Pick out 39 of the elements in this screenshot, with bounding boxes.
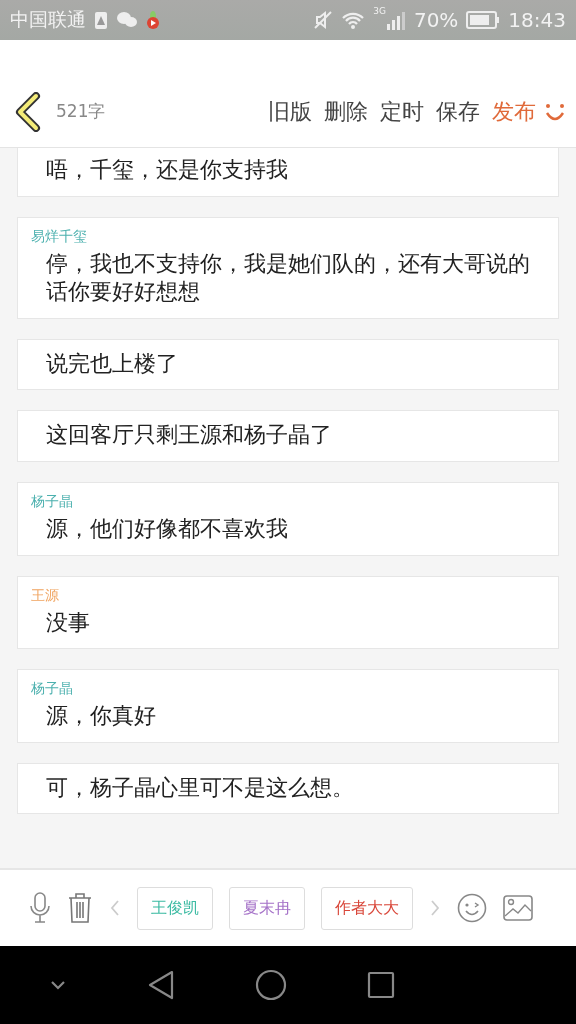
toolbar-action[interactable]: 删除 — [318, 96, 374, 127]
character-tag[interactable]: 夏末冉 — [229, 886, 305, 930]
message-text: 说完也上楼了 — [46, 349, 179, 378]
character-tag[interactable]: 作者大大 — [321, 886, 413, 930]
speaker-name: 王源 — [31, 586, 60, 605]
speaker-name: 杨子晶 — [31, 492, 74, 511]
message-text: 源，他们好像都不喜欢我 — [46, 514, 289, 543]
back-icon[interactable] — [146, 970, 175, 1000]
trash-icon[interactable] — [67, 892, 93, 924]
toolbar-action[interactable]: 旧版 — [262, 96, 318, 127]
signal-icon — [385, 10, 406, 30]
word-count: 521字 — [56, 100, 106, 123]
mute-icon — [313, 10, 334, 30]
message-text: 这回客厅只剩王源和杨子晶了 — [46, 421, 333, 450]
speaker-name: 易烊千玺 — [31, 227, 88, 246]
home-icon[interactable] — [254, 969, 287, 1001]
message-text: 停，我也不支持你，我是她们队的，还有大哥说的话你要好好想想 — [46, 249, 531, 307]
back-button[interactable] — [14, 91, 42, 132]
toolbar-action[interactable]: 定时 — [374, 96, 430, 127]
chevron-down-icon[interactable] — [50, 980, 67, 990]
microphone-icon[interactable] — [29, 892, 51, 924]
image-icon[interactable] — [503, 895, 533, 921]
emoji-icon[interactable] — [457, 893, 487, 923]
wifi-icon — [341, 10, 366, 30]
battery-alert-icon — [94, 10, 108, 30]
battery-icon — [466, 11, 501, 29]
chat-icon — [116, 11, 138, 29]
network-type: 3G — [373, 6, 386, 16]
toolbar-action[interactable]: 保存 — [430, 96, 486, 127]
battery-percent: 70% — [413, 8, 459, 32]
message-text: 可，杨子晶心里可不是这么想。 — [46, 773, 355, 802]
message-text: 唔，千玺，还是你支持我 — [46, 156, 289, 184]
carrier-name: 中国联通 — [10, 7, 86, 32]
message-text: 没事 — [46, 608, 91, 637]
message-text: 源，你真好 — [46, 702, 157, 731]
clock-time: 18:43 — [508, 8, 566, 32]
speaker-name: 杨子晶 — [31, 680, 74, 699]
recent-apps-icon[interactable] — [367, 971, 396, 999]
app-icon — [146, 10, 160, 30]
